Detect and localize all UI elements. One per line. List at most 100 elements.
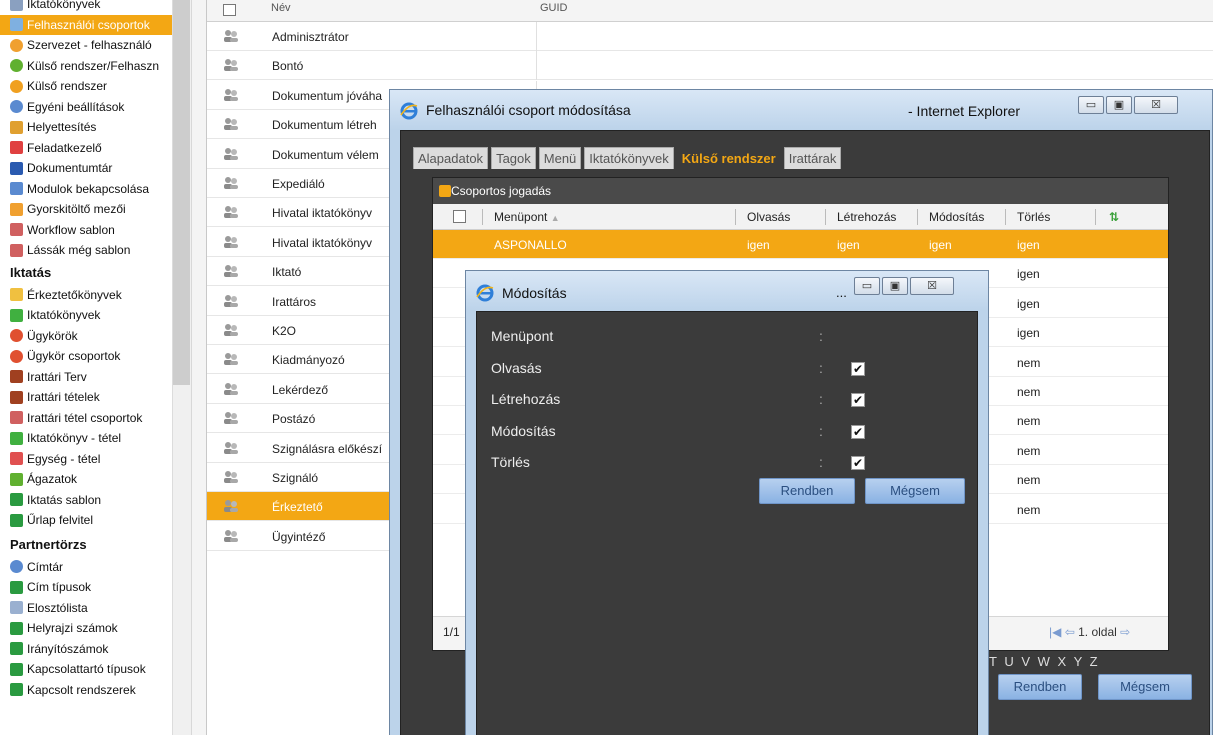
page-nav[interactable]: |◀ ⇦ 1. oldal ⇨ bbox=[1049, 625, 1130, 639]
sidebar-item[interactable]: Kapcsolt rendszerek bbox=[0, 680, 172, 700]
select-all-checkbox[interactable] bbox=[223, 4, 236, 16]
column-menupont[interactable]: Menüpont ▲ bbox=[494, 210, 560, 224]
user-group-icon bbox=[224, 324, 238, 336]
sidebar-item[interactable]: Szervezet - felhasználó bbox=[0, 35, 172, 55]
column-letrehozas[interactable]: Létrehozás bbox=[837, 210, 896, 224]
sidebar-item[interactable]: Iktatókönyv - tétel bbox=[0, 428, 172, 448]
user-group-icon bbox=[224, 382, 238, 395]
sidebar-item[interactable]: Címtár bbox=[0, 557, 172, 577]
sidebar-item[interactable]: Külső rendszer/Felhaszn bbox=[0, 56, 172, 76]
group-edit-window-titlebar[interactable]: Felhasználói csoport módosítása - Intern… bbox=[390, 90, 1212, 130]
sidebar-item[interactable]: Ügykör csoportok bbox=[0, 346, 172, 366]
modify-dialog-titlebar[interactable]: Módosítás ... ▭ ▣ ☒ bbox=[466, 271, 988, 311]
sidebar-item[interactable]: Űrlap felvitel bbox=[0, 510, 172, 530]
rights-select-all-checkbox[interactable] bbox=[453, 210, 466, 223]
user-group-icon bbox=[224, 500, 238, 513]
sidebar-item[interactable]: Irattári Terv bbox=[0, 367, 172, 387]
rights-row[interactable]: ASPONALLO igen igen igen igen bbox=[433, 230, 1168, 259]
close-button[interactable]: ☒ bbox=[910, 277, 954, 295]
tab-4[interactable]: Külső rendszer bbox=[676, 147, 781, 169]
next-page-icon[interactable]: ⇨ bbox=[1120, 625, 1130, 639]
sidebar-item[interactable]: Egyéni beállítások bbox=[0, 97, 172, 117]
outer-ok-button[interactable]: Rendben bbox=[998, 674, 1082, 700]
field-checkbox[interactable]: ✔ bbox=[851, 456, 865, 470]
column-torles[interactable]: Törlés bbox=[1017, 210, 1050, 224]
sidebar-item[interactable]: Irattári tételek bbox=[0, 387, 172, 407]
column-olvasas[interactable]: Olvasás bbox=[747, 210, 790, 224]
field-checkbox[interactable]: ✔ bbox=[851, 424, 865, 439]
prev-page-icon[interactable]: ⇦ bbox=[1065, 625, 1075, 639]
splitter[interactable] bbox=[191, 0, 207, 735]
field-colon: : bbox=[819, 359, 823, 376]
user-group-icon bbox=[224, 471, 238, 483]
field-label: Menüpont bbox=[491, 328, 554, 344]
sidebar-item[interactable]: Modulok bekapcsolása bbox=[0, 179, 172, 199]
tab-3[interactable]: Iktatókönyvek bbox=[584, 147, 674, 169]
sidebar-item[interactable]: Felhasználói csoportok bbox=[0, 14, 172, 35]
internet-explorer-icon bbox=[400, 102, 418, 120]
group-name: K2O bbox=[272, 324, 297, 338]
sidebar-item-label: Szervezet - felhasználó bbox=[27, 38, 152, 52]
minimize-button[interactable]: ▭ bbox=[854, 277, 880, 295]
group-name: Dokumentum vélem bbox=[272, 147, 379, 162]
sidebar-item[interactable]: Cím típusok bbox=[0, 577, 172, 597]
table-row[interactable]: Bontó bbox=[207, 51, 1213, 81]
rights-cell-torles: nem bbox=[1017, 443, 1041, 458]
modify-ok-button[interactable]: Rendben bbox=[759, 478, 855, 504]
rights-cell-torles: igen bbox=[1017, 326, 1040, 341]
modules-icon bbox=[10, 182, 23, 195]
field-checkbox[interactable]: ✔ bbox=[851, 393, 865, 407]
sidebar-item[interactable]: Feladatkezelő bbox=[0, 138, 172, 158]
sidebar-item[interactable]: Ágazatok bbox=[0, 469, 172, 489]
sidebar-item[interactable]: Helyrajzi számok bbox=[0, 618, 172, 638]
first-page-icon[interactable]: |◀ bbox=[1049, 625, 1061, 639]
close-button[interactable]: ☒ bbox=[1134, 96, 1178, 114]
book-green-icon bbox=[10, 308, 23, 322]
unit-icon bbox=[10, 452, 23, 465]
sidebar-scrollbar-thumb[interactable] bbox=[173, 0, 190, 385]
group-name: Kiadmányozó bbox=[272, 353, 345, 368]
sidebar-item[interactable]: Workflow sablon bbox=[0, 220, 172, 240]
sidebar-item[interactable]: Dokumentumtár bbox=[0, 158, 172, 178]
tab-0[interactable]: Alapadatok bbox=[413, 147, 489, 169]
sidebar-item-label: Irattári Terv bbox=[27, 369, 87, 384]
group-edit-window-title: Felhasználói csoport módosítása bbox=[426, 102, 631, 118]
sidebar-item[interactable]: Helyettesítés bbox=[0, 117, 172, 137]
tab-1[interactable]: Tagok bbox=[491, 147, 536, 169]
table-row[interactable]: Adminisztrátor bbox=[207, 22, 1213, 51]
sidebar-item[interactable]: Irattári tétel csoportok bbox=[0, 408, 172, 428]
sidebar-item[interactable]: Ügykörök bbox=[0, 326, 172, 346]
template-icon bbox=[10, 243, 23, 257]
sidebar-item-label: Kapcsolattartó típusok bbox=[27, 662, 146, 676]
sidebar-item[interactable]: Iktatókönyvek bbox=[0, 0, 172, 14]
sidebar-item[interactable]: Lássák még sablon bbox=[0, 240, 172, 260]
sidebar-item[interactable]: Elosztólista bbox=[0, 598, 172, 618]
sidebar-item[interactable]: Külső rendszer bbox=[0, 76, 172, 96]
modify-dialog-body: Menüpont: Olvasás: ✔ Létrehozás: ✔ Módosítás:… bbox=[476, 311, 978, 735]
column-name-header[interactable]: Név bbox=[271, 2, 291, 14]
book-item-icon bbox=[10, 431, 23, 445]
workflow-icon bbox=[10, 223, 23, 236]
rights-cell-torles: igen bbox=[1017, 267, 1040, 282]
minimize-button[interactable]: ▭ bbox=[1078, 96, 1104, 114]
group-name: Adminisztrátor bbox=[272, 30, 349, 44]
maximize-button[interactable]: ▣ bbox=[1106, 96, 1132, 114]
tab-2[interactable]: Menü bbox=[538, 147, 582, 169]
modify-cancel-button[interactable]: Mégsem bbox=[865, 478, 965, 504]
column-modositas[interactable]: Módosítás bbox=[929, 210, 984, 224]
outer-cancel-button[interactable]: Mégsem bbox=[1098, 674, 1192, 700]
sidebar-item[interactable]: Gyorskitöltő mezői bbox=[0, 199, 172, 219]
sidebar-item[interactable]: Érkeztetőkönyvek bbox=[0, 285, 172, 305]
sidebar-item[interactable]: Egység - tétel bbox=[0, 449, 172, 469]
field-checkbox[interactable]: ✔ bbox=[851, 361, 865, 376]
alphabet-filter[interactable]: S T U V W X Y Z bbox=[973, 654, 1100, 669]
tab-5[interactable]: Irattárak bbox=[783, 147, 842, 169]
sidebar-item[interactable]: Irányítószámok bbox=[0, 639, 172, 659]
form-icon bbox=[10, 513, 23, 527]
sidebar-item[interactable]: Kapcsolattartó típusok bbox=[0, 659, 172, 679]
sidebar-item[interactable]: Iktatás sablon bbox=[0, 490, 172, 510]
column-guid-header[interactable]: GUID bbox=[540, 2, 568, 14]
maximize-button[interactable]: ▣ bbox=[882, 277, 908, 295]
sidebar-item[interactable]: Iktatókönyvek bbox=[0, 305, 172, 325]
refresh-icon[interactable]: ⇅ bbox=[1109, 210, 1119, 224]
